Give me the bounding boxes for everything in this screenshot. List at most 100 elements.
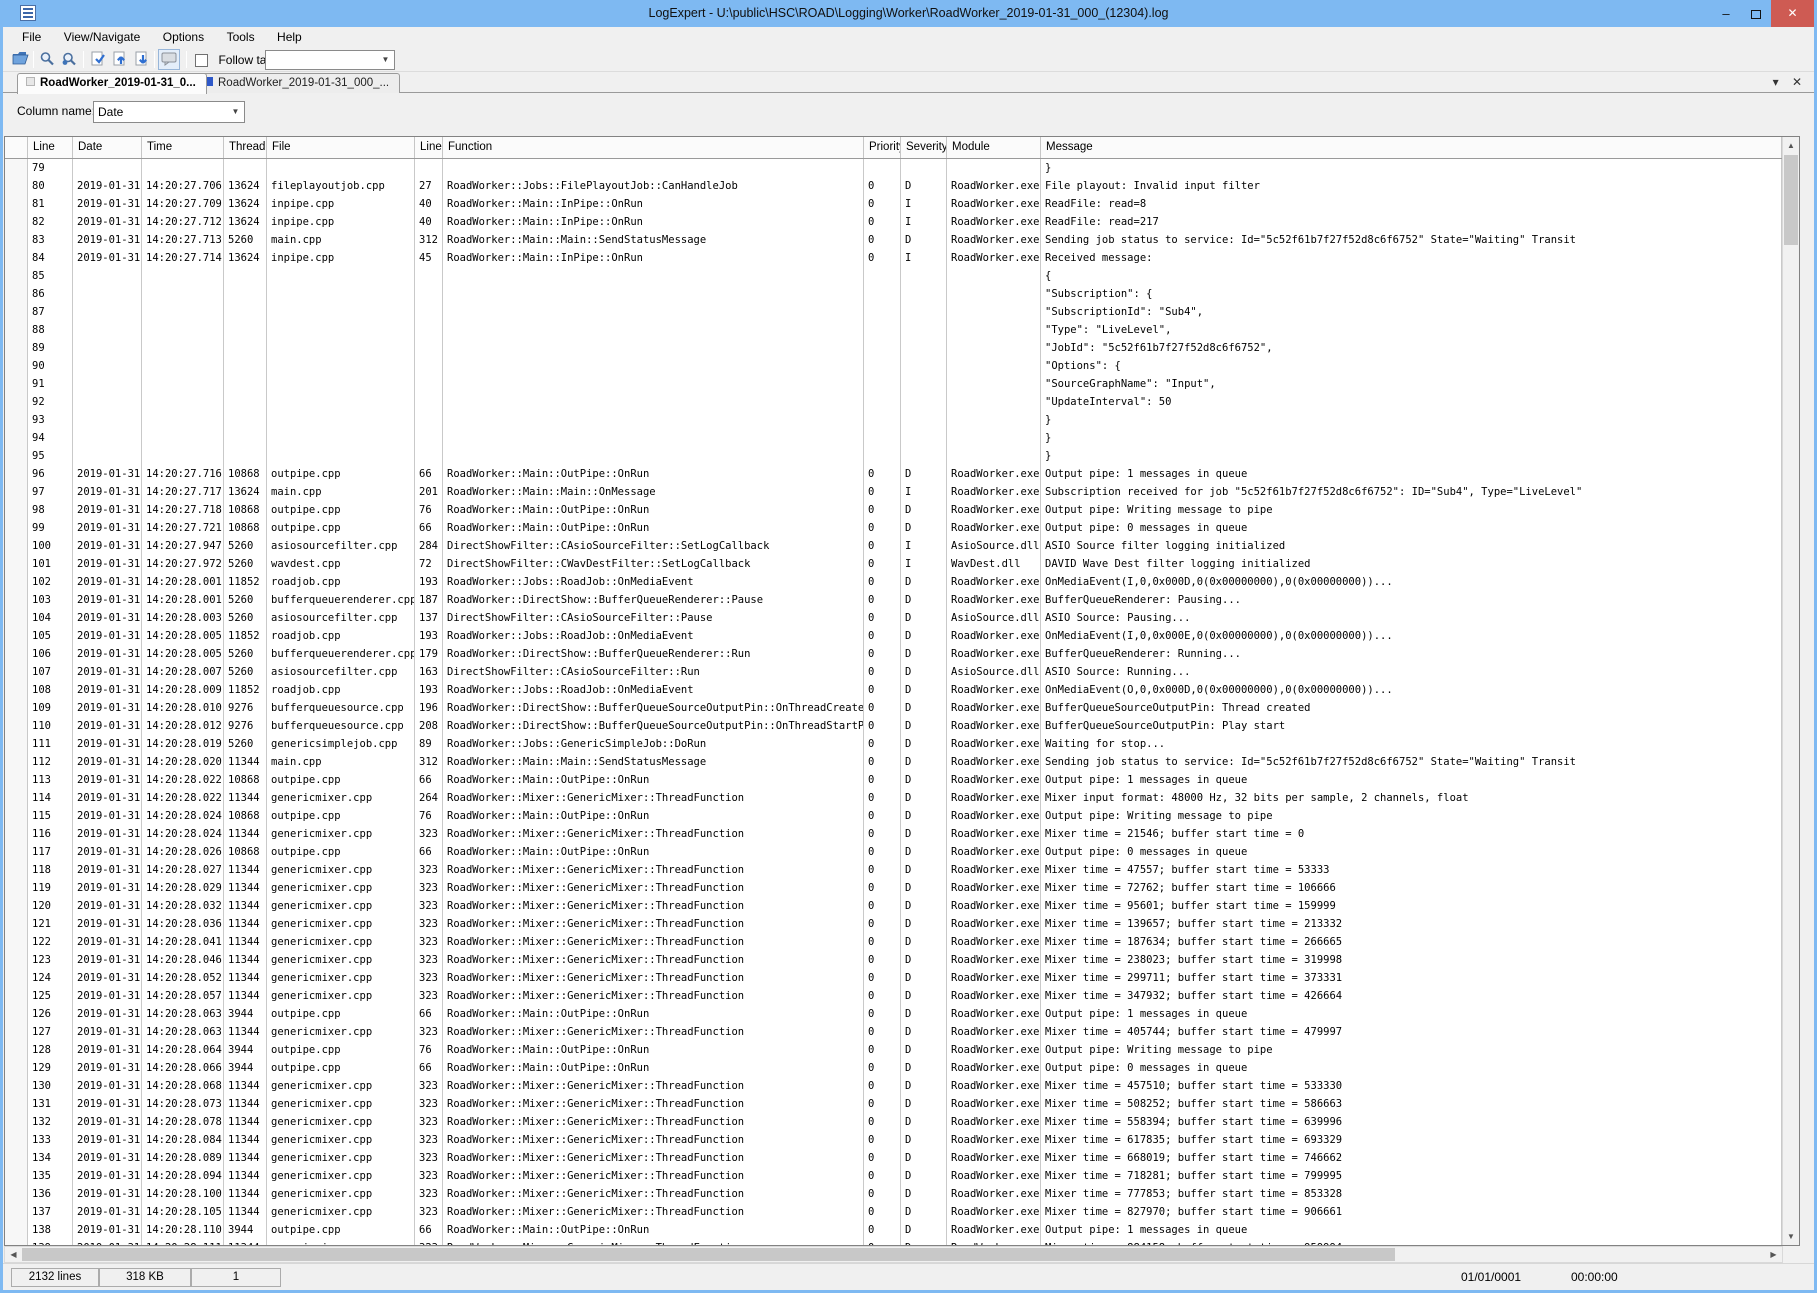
comment-button[interactable] [158, 49, 180, 70]
log-row[interactable]: 1232019-01-3114:20:28.04611344genericmix… [5, 951, 1782, 969]
log-row[interactable]: 93} [5, 411, 1782, 429]
maximize-button[interactable] [1741, 0, 1771, 27]
menu-help[interactable]: Help [268, 27, 311, 48]
log-row[interactable]: 1012019-01-3114:20:27.9725260wavdest.cpp… [5, 555, 1782, 573]
log-row[interactable]: 1242019-01-3114:20:28.05211344genericmix… [5, 969, 1782, 987]
log-row[interactable]: 1162019-01-3114:20:28.02411344genericmix… [5, 825, 1782, 843]
column-name-combobox[interactable]: Date ▼ [93, 101, 245, 123]
log-row[interactable]: 1172019-01-3114:20:28.02610868outpipe.cp… [5, 843, 1782, 861]
log-row[interactable]: 1032019-01-3114:20:28.0015260bufferqueue… [5, 591, 1782, 609]
menu-file[interactable]: File [13, 27, 50, 48]
log-row[interactable]: 1132019-01-3114:20:28.02210868outpipe.cp… [5, 771, 1782, 789]
search-button[interactable] [36, 49, 58, 70]
log-row[interactable]: 1342019-01-3114:20:28.08911344genericmix… [5, 1149, 1782, 1167]
vertical-scrollbar[interactable]: ▲ ▼ [1782, 137, 1799, 1245]
log-row[interactable]: 1222019-01-3114:20:28.04111344genericmix… [5, 933, 1782, 951]
column-header-time[interactable]: Time [142, 137, 224, 158]
tab-list-dropdown-icon[interactable]: ▾ [1773, 75, 1779, 89]
log-row[interactable]: 95} [5, 447, 1782, 465]
log-row[interactable]: 87"SubscriptionId": "Sub4", [5, 303, 1782, 321]
log-row[interactable]: 842019-01-3114:20:27.71413624inpipe.cpp4… [5, 249, 1782, 267]
search-settings-button[interactable] [58, 49, 80, 70]
log-row[interactable]: 962019-01-3114:20:27.71610868outpipe.cpp… [5, 465, 1782, 483]
follow-tail-checkbox[interactable] [195, 54, 208, 67]
column-header-file-line[interactable]: Line [415, 137, 443, 158]
open-file-button[interactable] [9, 49, 31, 70]
log-row[interactable]: 832019-01-3114:20:27.7135260main.cpp312R… [5, 231, 1782, 249]
log-row[interactable]: 1202019-01-3114:20:28.03211344genericmix… [5, 897, 1782, 915]
log-row[interactable]: 92"UpdateInterval": 50 [5, 393, 1782, 411]
column-header-function[interactable]: Function [443, 137, 864, 158]
log-row[interactable]: 90"Options": { [5, 357, 1782, 375]
tab-roadworker-inactive[interactable]: RoadWorker_2019-01-31_000_... [195, 73, 400, 93]
bookmark-toggle-button[interactable] [87, 49, 109, 70]
log-row[interactable]: 79} [5, 159, 1782, 177]
log-row[interactable]: 1282019-01-3114:20:28.0643944outpipe.cpp… [5, 1041, 1782, 1059]
column-header-date[interactable]: Date [73, 137, 142, 158]
column-header-priority[interactable]: Priority [864, 137, 901, 158]
follow-tail-toggle[interactable]: Follow tail [195, 51, 272, 69]
scroll-right-icon[interactable]: ▶ [1765, 1247, 1782, 1262]
log-row[interactable]: 1332019-01-3114:20:28.08411344genericmix… [5, 1131, 1782, 1149]
log-row[interactable]: 1112019-01-3114:20:28.0195260genericsimp… [5, 735, 1782, 753]
tab-roadworker-active[interactable]: RoadWorker_2019-01-31_0... [17, 73, 207, 94]
log-row[interactable]: 982019-01-3114:20:27.71810868outpipe.cpp… [5, 501, 1782, 519]
log-row[interactable]: 1372019-01-3114:20:28.10511344genericmix… [5, 1203, 1782, 1221]
log-row[interactable]: 1272019-01-3114:20:28.06311344genericmix… [5, 1023, 1782, 1041]
column-header-severity[interactable]: Severity [901, 137, 947, 158]
log-row[interactable]: 1142019-01-3114:20:28.02211344genericmix… [5, 789, 1782, 807]
log-row[interactable]: 1102019-01-3114:20:28.0129276bufferqueue… [5, 717, 1782, 735]
log-row[interactable]: 1122019-01-3114:20:28.02011344main.cpp31… [5, 753, 1782, 771]
log-row[interactable]: 1392019-01-3114:20:28.11111344genericmix… [5, 1239, 1782, 1245]
tab-close-icon[interactable]: ✕ [1792, 75, 1802, 89]
log-row[interactable]: 1362019-01-3114:20:28.10011344genericmix… [5, 1185, 1782, 1203]
log-row[interactable]: 1042019-01-3114:20:28.0035260asiosourcef… [5, 609, 1782, 627]
log-row[interactable]: 1192019-01-3114:20:28.02911344genericmix… [5, 879, 1782, 897]
log-row[interactable]: 1312019-01-3114:20:28.07311344genericmix… [5, 1095, 1782, 1113]
log-row[interactable]: 88"Type": "LiveLevel", [5, 321, 1782, 339]
log-row[interactable]: 1212019-01-3114:20:28.03611344genericmix… [5, 915, 1782, 933]
log-row[interactable]: 1252019-01-3114:20:28.05711344genericmix… [5, 987, 1782, 1005]
log-row[interactable]: 1062019-01-3114:20:28.0055260bufferqueue… [5, 645, 1782, 663]
log-row[interactable]: 1072019-01-3114:20:28.0075260asiosourcef… [5, 663, 1782, 681]
log-row[interactable]: 86"Subscription": { [5, 285, 1782, 303]
log-row[interactable]: 972019-01-3114:20:27.71713624main.cpp201… [5, 483, 1782, 501]
horizontal-scrollbar-thumb[interactable] [22, 1248, 1395, 1261]
bookmark-prev-button[interactable] [109, 49, 131, 70]
column-header-message[interactable]: Message [1041, 137, 1782, 158]
log-row[interactable]: 1022019-01-3114:20:28.00111852roadjob.cp… [5, 573, 1782, 591]
scroll-left-icon[interactable]: ◀ [5, 1247, 22, 1262]
log-row[interactable]: 89"JobId": "5c52f61b7f27f52d8c6f6752", [5, 339, 1782, 357]
log-row[interactable]: 1152019-01-3114:20:28.02410868outpipe.cp… [5, 807, 1782, 825]
scroll-up-icon[interactable]: ▲ [1783, 137, 1799, 154]
log-row[interactable]: 85{ [5, 267, 1782, 285]
menu-tools[interactable]: Tools [218, 27, 264, 48]
vertical-scrollbar-thumb[interactable] [1784, 155, 1798, 245]
horizontal-scrollbar[interactable]: ◀ ▶ [4, 1246, 1783, 1263]
log-row[interactable]: 1322019-01-3114:20:28.07811344genericmix… [5, 1113, 1782, 1131]
log-row[interactable]: 1302019-01-3114:20:28.06811344genericmix… [5, 1077, 1782, 1095]
menu-options[interactable]: Options [154, 27, 213, 48]
log-row[interactable]: 1002019-01-3114:20:27.9475260asiosourcef… [5, 537, 1782, 555]
column-header-file[interactable]: File [267, 137, 415, 158]
column-header-thread[interactable]: Thread [224, 137, 267, 158]
column-header-module[interactable]: Module [947, 137, 1041, 158]
log-row[interactable]: 91"SourceGraphName": "Input", [5, 375, 1782, 393]
close-button[interactable]: ✕ [1771, 0, 1814, 27]
log-row[interactable]: 992019-01-3114:20:27.72110868outpipe.cpp… [5, 519, 1782, 537]
log-row[interactable]: 1182019-01-3114:20:28.02711344genericmix… [5, 861, 1782, 879]
minimize-button[interactable]: – [1711, 0, 1741, 27]
log-row[interactable]: 94} [5, 429, 1782, 447]
log-row[interactable]: 1052019-01-3114:20:28.00511852roadjob.cp… [5, 627, 1782, 645]
log-row[interactable]: 812019-01-3114:20:27.70913624inpipe.cpp4… [5, 195, 1782, 213]
log-row[interactable]: 822019-01-3114:20:27.71213624inpipe.cpp4… [5, 213, 1782, 231]
bookmark-next-button[interactable] [131, 49, 153, 70]
log-row[interactable]: 802019-01-3114:20:27.70613624fileplayout… [5, 177, 1782, 195]
log-row[interactable]: 1082019-01-3114:20:28.00911852roadjob.cp… [5, 681, 1782, 699]
log-row[interactable]: 1382019-01-3114:20:28.1103944outpipe.cpp… [5, 1221, 1782, 1239]
log-row[interactable]: 1292019-01-3114:20:28.0663944outpipe.cpp… [5, 1059, 1782, 1077]
log-row[interactable]: 1352019-01-3114:20:28.09411344genericmix… [5, 1167, 1782, 1185]
log-row[interactable]: 1092019-01-3114:20:28.0109276bufferqueue… [5, 699, 1782, 717]
menu-view-navigate[interactable]: View/Navigate [55, 27, 150, 48]
column-header-line[interactable]: Line [28, 137, 73, 158]
